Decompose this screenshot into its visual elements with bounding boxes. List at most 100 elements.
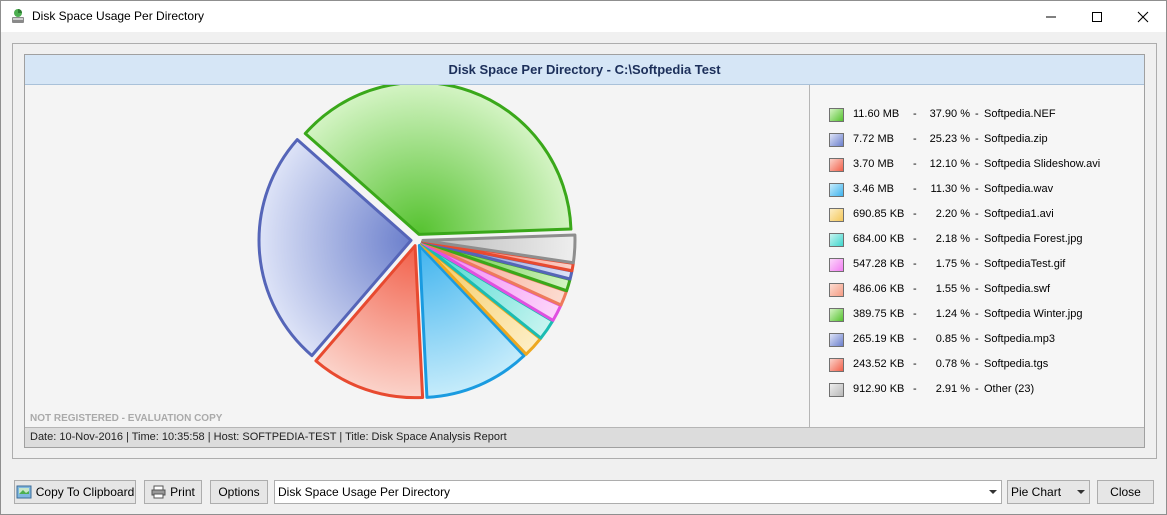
legend-item: 3.46 MB -11.30 % - Softpedia.wav (829, 182, 1139, 198)
app-window: Disk Space Usage Per Directory Disk Spac… (0, 0, 1167, 515)
legend-separator: - (913, 333, 917, 345)
legend-separator: - (975, 183, 979, 195)
window-close-button[interactable] (1120, 1, 1166, 32)
legend-item: 7.72 MB -25.23 % - Softpedia.zip (829, 132, 1139, 148)
legend-swatch (829, 258, 844, 272)
legend-percent: 12.10 % (929, 158, 970, 170)
legend-label: Softpedia.mp3 (984, 333, 1055, 345)
legend-percent: 37.90 % (929, 108, 970, 120)
printer-icon (151, 485, 166, 499)
evaluation-watermark: NOT REGISTERED - EVALUATION COPY (30, 413, 223, 424)
legend-item: 547.28 KB -1.75 % - SoftpediaTest.gif (829, 257, 1139, 273)
title-bar[interactable]: Disk Space Usage Per Directory (1, 1, 1166, 32)
legend-separator: - (975, 308, 979, 320)
legend-swatch (829, 383, 844, 397)
chart-title: Disk Space Per Directory - C:\Softpedia … (25, 55, 1144, 85)
legend-item: 243.52 KB -0.78 % - Softpedia.tgs (829, 357, 1139, 373)
close-button[interactable]: Close (1097, 480, 1154, 504)
legend-size: 243.52 KB (853, 358, 905, 370)
legend-swatch (829, 133, 844, 147)
legend-swatch (829, 358, 844, 372)
legend-label: Softpedia Winter.jpg (984, 308, 1083, 320)
maximize-icon (1092, 11, 1102, 22)
legend-item: 11.60 MB -37.90 % - Softpedia.NEF (829, 107, 1139, 123)
legend-swatch (829, 233, 844, 247)
minimize-button[interactable] (1028, 1, 1074, 32)
legend-separator: - (913, 258, 917, 270)
legend-separator: - (975, 283, 979, 295)
legend-separator: - (913, 183, 917, 195)
legend-item: 684.00 KB -2.18 % - Softpedia Forest.jpg (829, 232, 1139, 248)
legend-separator: - (975, 108, 979, 120)
legend-size: 389.75 KB (853, 308, 905, 320)
legend-percent: 1.75 % (935, 258, 970, 270)
legend-label: Other (23) (984, 383, 1035, 395)
copy-to-clipboard-button[interactable]: Copy To Clipboard (14, 480, 136, 504)
print-button[interactable]: Print (144, 480, 202, 504)
legend-size: 7.72 MB (853, 133, 894, 145)
disk-usage-app-icon (12, 9, 24, 23)
legend-item: 3.70 MB -12.10 % - Softpedia Slideshow.avi (829, 157, 1139, 173)
legend-size: 912.90 KB (853, 383, 905, 395)
print-button-label: Print (170, 485, 195, 499)
report-type-value: Disk Space Usage Per Directory (278, 485, 451, 499)
legend-separator: - (913, 108, 917, 120)
legend-label: SoftpediaTest.gif (984, 258, 1066, 270)
legend-size: 547.28 KB (853, 258, 905, 270)
legend-separator: - (913, 158, 917, 170)
report-status-bar: Date: 10-Nov-2016 | Time: 10:35:58 | Hos… (25, 427, 1144, 447)
legend-label: Softpedia.wav (984, 183, 1054, 195)
legend-percent: 0.85 % (935, 333, 970, 345)
legend-percent: 1.55 % (935, 283, 970, 295)
legend-percent: 2.18 % (935, 233, 970, 245)
legend-separator: - (913, 358, 917, 370)
legend-percent: 0.78 % (935, 358, 970, 370)
minimize-icon (1046, 16, 1056, 17)
legend-percent: 1.24 % (935, 308, 970, 320)
chart-type-select[interactable]: Pie Chart (1007, 480, 1090, 504)
legend-separator: - (975, 158, 979, 170)
legend-swatch (829, 333, 844, 347)
chart-type-value: Pie Chart (1011, 485, 1062, 499)
legend-label: Softpedia1.avi (984, 208, 1054, 220)
content-frame: Disk Space Per Directory - C:\Softpedia … (12, 43, 1157, 459)
legend-item: 265.19 KB -0.85 % - Softpedia.mp3 (829, 332, 1139, 348)
maximize-button[interactable] (1074, 1, 1120, 32)
pie-chart-area: NOT REGISTERED - EVALUATION COPY (25, 85, 809, 427)
legend-swatch (829, 208, 844, 222)
legend-separator: - (975, 208, 979, 220)
legend-label: Softpedia Slideshow.avi (984, 158, 1101, 170)
legend-percent: 2.20 % (935, 208, 970, 220)
legend-separator: - (913, 308, 917, 320)
close-button-label: Close (1110, 485, 1141, 499)
chevron-down-icon (1077, 490, 1085, 494)
legend-size: 690.85 KB (853, 208, 905, 220)
legend-swatch (829, 283, 844, 297)
legend-separator: - (975, 233, 979, 245)
legend-separator: - (975, 258, 979, 270)
legend-item: 912.90 KB -2.91 % - Other (23) (829, 382, 1139, 398)
legend-label: Softpedia Forest.jpg (984, 233, 1083, 245)
legend-size: 3.70 MB (853, 158, 894, 170)
legend-size: 684.00 KB (853, 233, 905, 245)
close-icon (1137, 11, 1149, 22)
legend-item: 690.85 KB -2.20 % - Softpedia1.avi (829, 207, 1139, 223)
legend-size: 486.06 KB (853, 283, 905, 295)
window-title: Disk Space Usage Per Directory (32, 9, 205, 23)
pie-chart (257, 85, 577, 400)
report-type-select[interactable]: Disk Space Usage Per Directory (274, 480, 1002, 504)
legend-label: Softpedia.NEF (984, 108, 1056, 120)
chart-legend: 11.60 MB -37.90 % - Softpedia.NEF 7.72 MB -25… (809, 85, 1144, 427)
legend-percent: 2.91 % (935, 383, 970, 395)
legend-separator: - (913, 283, 917, 295)
legend-separator: - (975, 383, 979, 395)
chevron-down-icon (989, 490, 997, 494)
legend-label: Softpedia.zip (984, 133, 1048, 145)
legend-label: Softpedia.swf (984, 283, 1051, 295)
options-button[interactable]: Options (210, 480, 268, 504)
legend-percent: 11.30 % (930, 183, 970, 195)
legend-item: 486.06 KB -1.55 % - Softpedia.swf (829, 282, 1139, 298)
legend-separator: - (913, 383, 917, 395)
legend-swatch (829, 108, 844, 122)
legend-separator: - (913, 233, 917, 245)
